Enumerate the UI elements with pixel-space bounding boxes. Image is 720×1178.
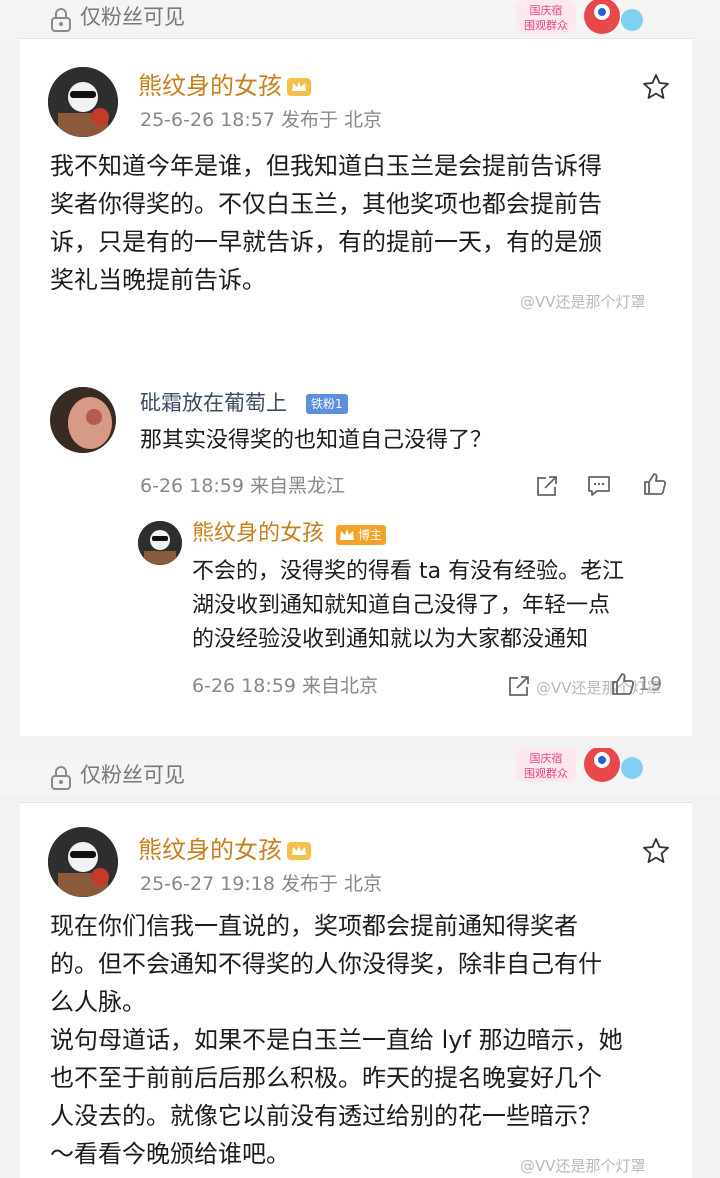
watermark: @VV还是那个灯罩 [520, 1157, 646, 1175]
watermark: @VV还是那个灯罩 [520, 293, 646, 311]
host-badge: 博主 [336, 525, 387, 545]
comment-text: 那其实没得奖的也知道自己没得了？ [140, 428, 493, 453]
post-card-1: 熊纹身的女孩 25-6-26 18:57 发布于 北京 我不知道今年是谁，但我知… [20, 38, 692, 736]
post-line: 的。但不会通知不得奖的人你没得奖，除非自己有什 [50, 950, 602, 978]
share-icon[interactable] [534, 473, 560, 499]
post-line: 人没去的。就像它以前没有透过给别的花一些暗示？ [50, 1102, 602, 1130]
reply-line: 的没经验没收到通知就以为大家都没通知 [192, 627, 589, 652]
fan-badge: 铁粉1 [306, 394, 348, 414]
reply-text: 不会的，没得奖的得看 ta 有没有经验。老江 湖没收到通知就知道自己没得了，年轻… [192, 555, 672, 657]
avatar[interactable] [48, 67, 118, 137]
crown-icon [340, 529, 354, 540]
comment-icon[interactable] [586, 473, 612, 499]
share-icon[interactable] [506, 673, 532, 699]
crown-icon [287, 842, 311, 860]
privacy-label: 仅粉丝可见 [80, 763, 185, 787]
post-meta: 25-6-26 18:57 发布于 北京 [140, 109, 383, 131]
post-line: 么人脉。 [50, 988, 146, 1016]
reply-line: 不会的，没得奖的得看 ta 有没有经验。老江 [192, 559, 625, 584]
post-line: 现在你们信我一直说的，奖项都会提前通知得奖者 [50, 912, 578, 940]
post-author[interactable]: 熊纹身的女孩 [138, 835, 312, 865]
reply-line: 湖没收到通知就知道自己没得了，年轻一点 [192, 593, 611, 618]
commenter-avatar[interactable] [50, 387, 116, 453]
post-line: 诉，只是有的一早就告诉，有的提前一天，有的是颁 [50, 228, 602, 256]
post-card-2: 熊纹身的女孩 25-6-27 19:18 发布于 北京 现在你们信我一直说的，奖… [20, 802, 692, 1178]
star-icon[interactable] [642, 73, 670, 101]
reply-meta: 6-26 18:59 来自北京 [192, 675, 378, 697]
avatar[interactable] [48, 827, 118, 897]
post-line: 说句母道话，如果不是白玉兰一直给 lyf 那边暗示，她 [50, 1026, 623, 1054]
svg-text:国庆宿: 国庆宿 [530, 751, 563, 765]
lock-icon [51, 8, 71, 32]
replier-name[interactable]: 熊纹身的女孩 [192, 519, 324, 549]
svg-text:围观群众: 围观群众 [524, 766, 568, 780]
commenter-name[interactable]: 砒霜放在葡萄上 [140, 389, 287, 417]
like-count: 19 [638, 673, 663, 695]
lock-icon [51, 766, 71, 790]
svg-text:国庆宿: 国庆宿 [530, 3, 563, 17]
crown-icon [287, 78, 311, 96]
replier-avatar[interactable] [138, 521, 182, 565]
like-icon[interactable] [610, 671, 636, 697]
post-meta: 25-6-27 19:18 发布于 北京 [140, 873, 383, 895]
post-author[interactable]: 熊纹身的女孩 [138, 71, 312, 101]
holiday-sticker: 国庆宿 围观群众 [516, 748, 643, 782]
post-line: 奖者你得奖的。不仅白玉兰，其他奖项也都会提前告 [50, 190, 602, 218]
like-icon[interactable] [642, 471, 668, 497]
post-line: 也不至于前前后后那么积极。昨天的提名晚宴好几个 [50, 1064, 602, 1092]
svg-text:围观群众: 围观群众 [524, 18, 568, 32]
comment-meta: 6-26 18:59 来自黑龙江 [140, 475, 345, 497]
star-icon[interactable] [642, 837, 670, 865]
post-line: 我不知道今年是谁，但我知道白玉兰是会提前告诉得 [50, 152, 602, 180]
post-text: 现在你们信我一直说的，奖项都会提前通知得奖者 的。但不会通知不得奖的人你没得奖，… [50, 907, 680, 1173]
privacy-label: 仅粉丝可见 [80, 5, 185, 29]
post-text: 我不知道今年是谁，但我知道白玉兰是会提前告诉得 奖者你得奖的。不仅白玉兰，其他奖… [50, 147, 670, 299]
